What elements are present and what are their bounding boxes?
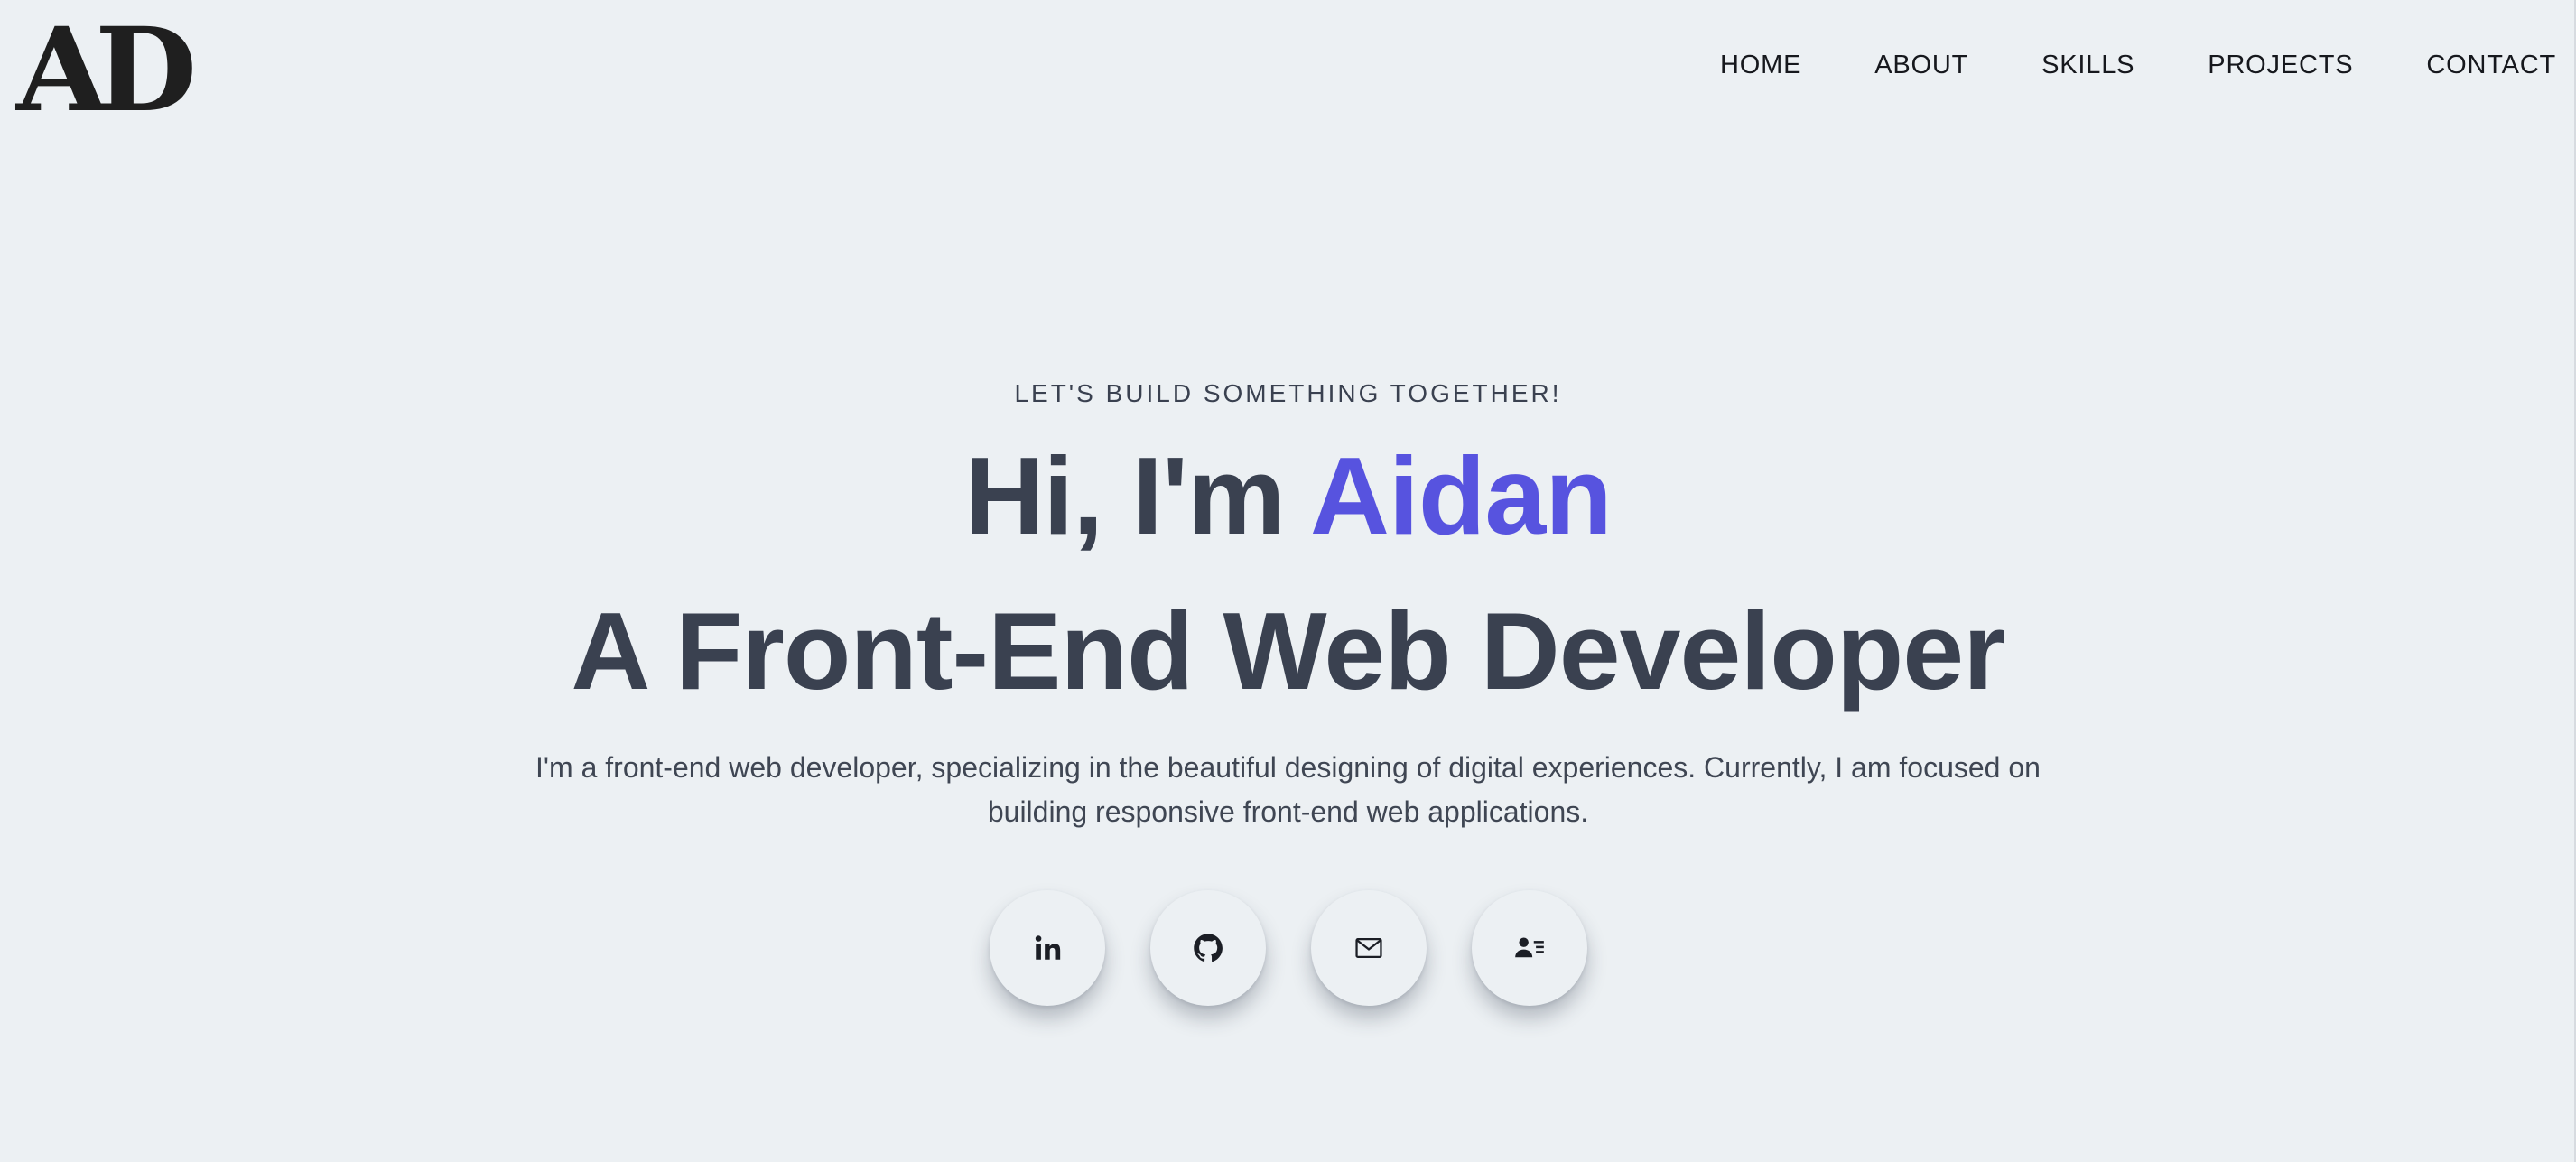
email-button[interactable] — [1310, 890, 1427, 1006]
social-links — [0, 890, 2576, 1006]
linkedin-icon — [1032, 933, 1063, 963]
nav-link-projects[interactable]: PROJECTS — [2208, 51, 2353, 80]
nav-link-about[interactable]: ABOUT — [1874, 51, 1968, 80]
contact-card-icon — [1512, 931, 1547, 965]
hero-role-heading: A Front-End Web Developer — [571, 590, 2005, 712]
name-highlight: Aidan — [1309, 434, 1613, 557]
hero-eyebrow: LET'S BUILD SOMETHING TOGETHER! — [1014, 379, 1562, 407]
linkedin-button[interactable] — [989, 890, 1105, 1006]
github-icon — [1192, 932, 1224, 964]
nav-link-contact[interactable]: CONTACT — [2426, 51, 2556, 80]
mail-icon — [1353, 933, 1384, 963]
greeting-text: Hi, I'm — [964, 434, 1285, 557]
resume-button[interactable] — [1471, 890, 1587, 1006]
nav-link-home[interactable]: HOME — [1720, 51, 1801, 80]
main-nav: HOME ABOUT SKILLS PROJECTS CONTACT — [1647, 51, 2556, 80]
site-logo[interactable]: AD — [16, 13, 197, 128]
hero-intro-text: I'm a front-end web developer, specializ… — [535, 751, 2041, 828]
github-button[interactable] — [1149, 890, 1266, 1006]
hero-greeting-heading: Hi, I'm Aidan — [0, 441, 2576, 551]
page: AD HOME ABOUT SKILLS PROJECTS CONTACT LE… — [0, 0, 2576, 1162]
nav-link-skills[interactable]: SKILLS — [2041, 51, 2134, 80]
